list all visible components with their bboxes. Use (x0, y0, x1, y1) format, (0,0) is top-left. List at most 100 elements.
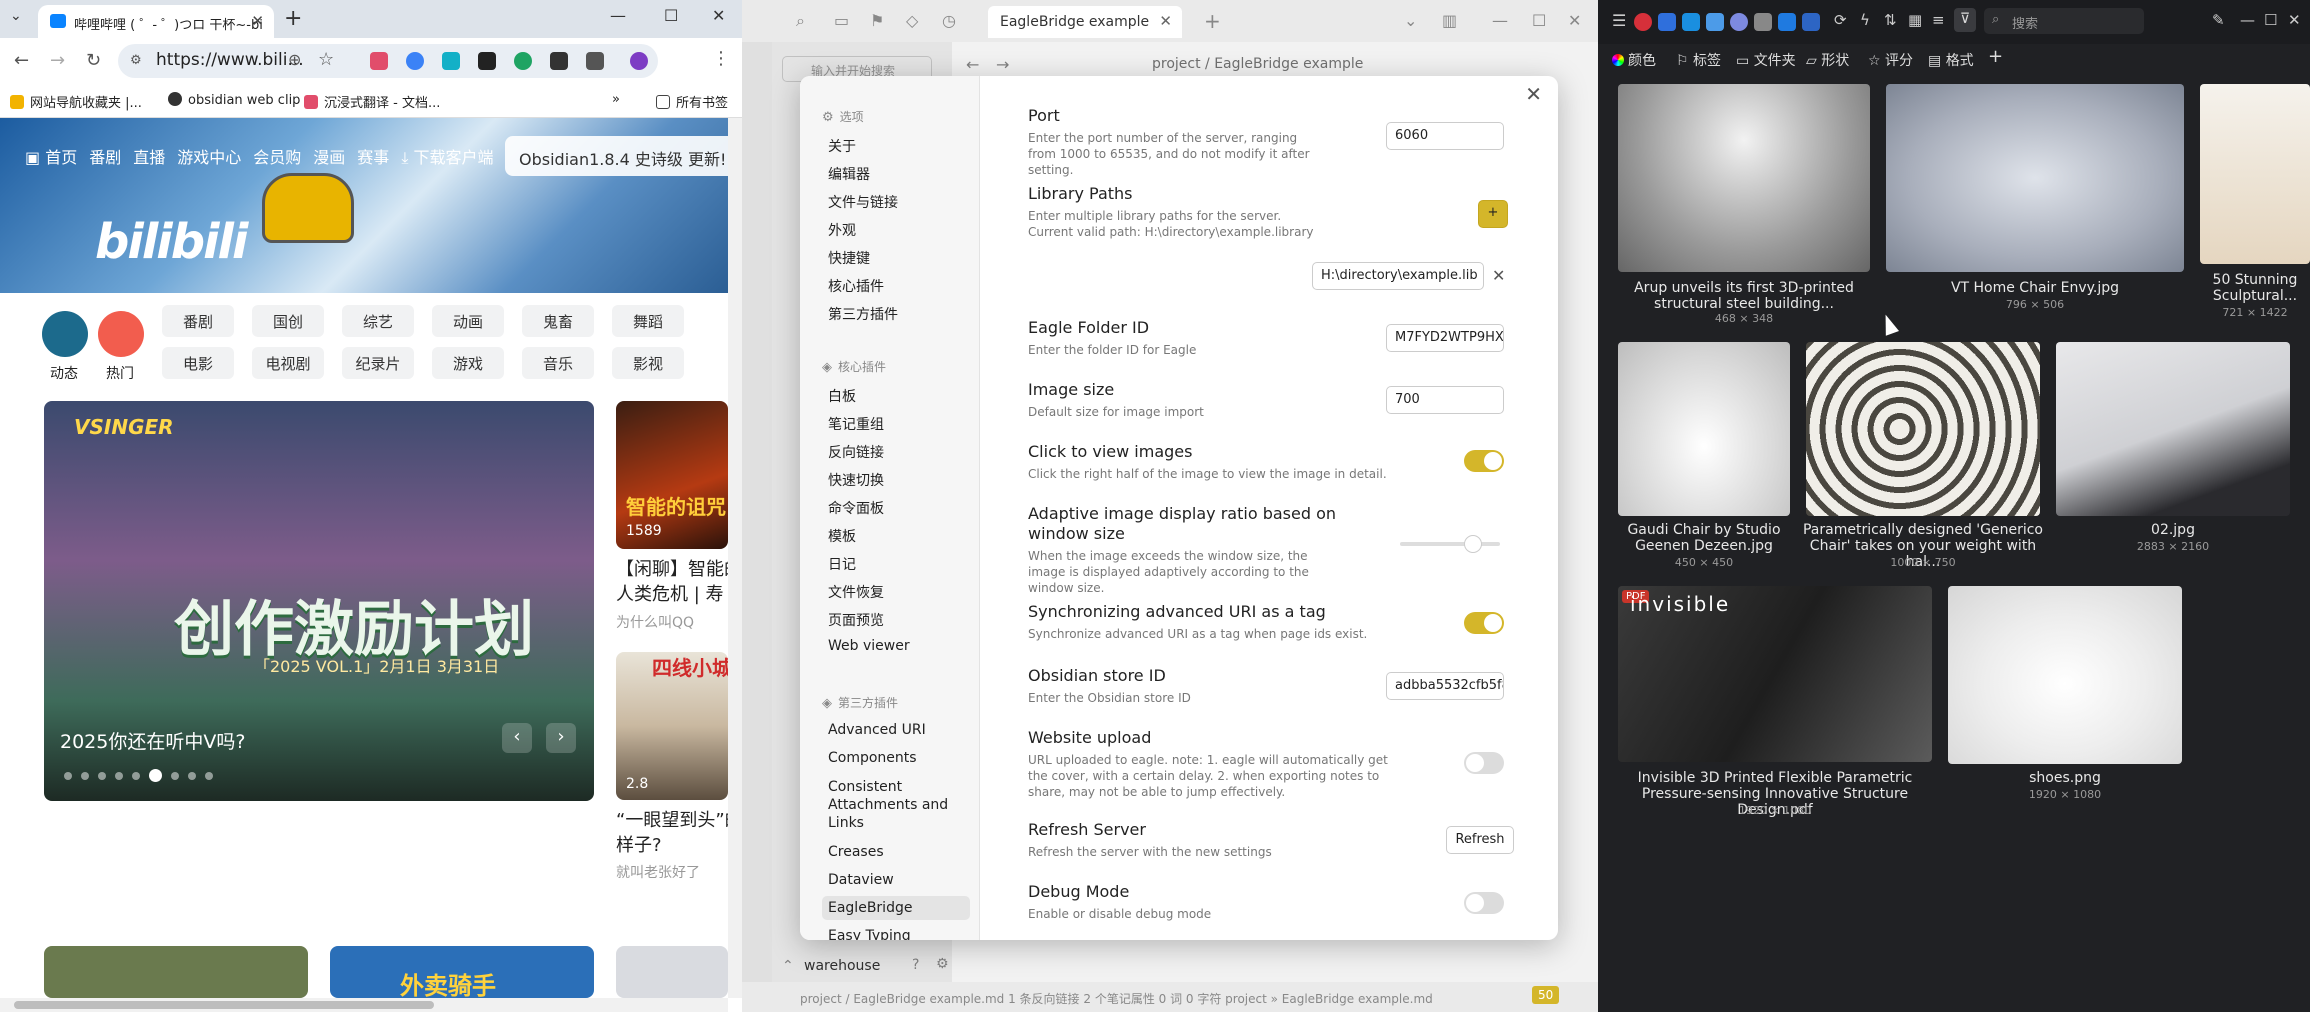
address-bar[interactable]: ⚙ https://www.bili... ⊕ ☆ (118, 44, 658, 78)
category-item[interactable]: 舞蹈 (612, 305, 684, 337)
bolt-icon[interactable]: ϟ (1860, 11, 1870, 29)
close-icon[interactable]: ✕ (1525, 82, 1542, 106)
nav-item[interactable]: Consistent Attachments and Links (822, 774, 970, 836)
sidebar-toggle-icon[interactable]: ▥ (1442, 11, 1457, 30)
extension-icon[interactable] (550, 52, 568, 70)
category-item[interactable]: 综艺 (342, 305, 414, 337)
category-item[interactable]: 影视 (612, 347, 684, 379)
star-icon[interactable]: ☆ (318, 49, 334, 70)
video-title[interactable]: 人类危机 | 寿 (616, 582, 728, 607)
nav-item[interactable]: ▣ 首页 (25, 148, 77, 167)
all-bookmarks[interactable]: 所有书签 (656, 92, 728, 111)
asset-thumbnail[interactable]: PDF invisible (1618, 586, 1932, 762)
nav-item[interactable]: 白板 (822, 382, 970, 410)
bookmark-item[interactable]: obsidian web clip (168, 92, 300, 108)
maximize-icon[interactable]: ☐ (664, 6, 678, 25)
list-icon[interactable]: ≡ (1932, 11, 1945, 29)
asset-thumbnail[interactable] (1948, 586, 2182, 764)
filter-format[interactable]: ▤ 格式 (1928, 50, 1974, 70)
app-icon[interactable] (1658, 13, 1676, 31)
close-window-icon[interactable]: ✕ (2288, 11, 2301, 29)
nav-item[interactable]: 第三方插件 (822, 300, 970, 328)
image-size-input[interactable]: 700 (1386, 386, 1504, 414)
horizontal-scrollbar[interactable] (0, 998, 728, 1012)
app-icon[interactable] (1730, 13, 1748, 31)
new-tab-icon[interactable]: + (1204, 9, 1221, 33)
app-icon[interactable] (1706, 13, 1724, 31)
app-icon[interactable] (1802, 13, 1820, 31)
nav-item[interactable]: 直播 (133, 148, 165, 167)
video-card-thumbnail[interactable]: 智能的诅咒 1589 (616, 401, 728, 549)
circle-label[interactable]: 动态 (50, 363, 78, 383)
nav-item[interactable]: 外观 (822, 216, 970, 244)
nav-item[interactable]: Components (822, 746, 970, 770)
maximize-icon[interactable]: ☐ (1532, 11, 1546, 30)
nav-item[interactable]: 关于 (822, 132, 970, 160)
category-item[interactable]: 国创 (252, 305, 324, 337)
video-title[interactable]: 【闲聊】智能的诅 (616, 557, 728, 582)
nav-item[interactable]: 命令面板 (822, 494, 970, 522)
layout-icon[interactable]: ▦ (1908, 11, 1922, 29)
video-author[interactable]: 就叫老张好了 (616, 862, 728, 882)
nav-item[interactable]: 反向链接 (822, 438, 970, 466)
add-library-button[interactable]: + (1478, 200, 1508, 228)
extension-icon[interactable] (406, 52, 424, 70)
video-card-thumbnail[interactable] (616, 946, 728, 998)
tab-eaglebridge[interactable]: EagleBridge example ✕ (988, 6, 1182, 38)
filter-tags[interactable]: ⚐ 标签 (1676, 50, 1721, 70)
forward-icon[interactable]: → (50, 50, 65, 71)
asset-name[interactable]: VT Home Chair Envy.jpg (1886, 280, 2184, 296)
nav-item[interactable]: Dataview (822, 868, 970, 892)
extension-icon[interactable] (442, 52, 460, 70)
nav-item[interactable]: 模板 (822, 522, 970, 550)
sort-icon[interactable]: ⇅ (1884, 11, 1897, 29)
minimize-icon[interactable]: — (610, 6, 626, 25)
reload-icon[interactable]: ↻ (86, 50, 101, 71)
folder-id-input[interactable]: M7FYD2WTP9HXA (1386, 324, 1504, 352)
extension-icon[interactable] (586, 52, 604, 70)
add-filter-icon[interactable]: + (1988, 46, 2003, 67)
nav-item[interactable]: 番剧 (89, 148, 121, 167)
ratio-slider[interactable] (1400, 535, 1500, 553)
category-item[interactable]: 纪录片 (342, 347, 414, 379)
nav-item[interactable]: Web viewer (822, 634, 970, 658)
nav-item[interactable]: 游戏中心 (177, 148, 241, 167)
prev-arrow-icon[interactable]: ‹ (502, 723, 532, 753)
back-icon[interactable]: ← (14, 50, 29, 71)
nav-item[interactable]: 核心插件 (822, 272, 970, 300)
video-card-thumbnail[interactable]: 外卖骑手 (330, 946, 594, 998)
close-tab-icon[interactable]: ✕ (251, 12, 264, 30)
site-info-icon[interactable]: ⚙ (130, 53, 142, 68)
circle-label[interactable]: 热门 (106, 363, 134, 383)
menu-icon[interactable]: ⋮ (712, 48, 730, 69)
dynamic-icon[interactable] (42, 311, 88, 357)
minimize-icon[interactable]: — (2240, 11, 2255, 29)
menu-icon[interactable]: ☰ (1612, 11, 1626, 30)
next-arrow-icon[interactable]: › (546, 723, 576, 753)
asset-name[interactable]: 02.jpg (2056, 522, 2290, 538)
bookmark-item[interactable]: 网站导航收藏夹 |... (10, 92, 142, 111)
debug-mode-toggle[interactable] (1464, 892, 1504, 914)
asset-thumbnail[interactable] (1618, 342, 1790, 516)
tab-bilibili[interactable]: 哔哩哔哩 ( ゜- ゜)つロ 干杯~-bi ✕ (38, 5, 274, 38)
store-id-input[interactable]: adbba5532cfb5f8d&uid (1386, 672, 1504, 700)
close-window-icon[interactable]: ✕ (712, 6, 725, 25)
nav-item[interactable]: 日记 (822, 550, 970, 578)
asset-thumbnail[interactable] (1618, 84, 1870, 272)
zoom-icon[interactable]: ⊕ (288, 50, 301, 69)
library-path-input[interactable]: H:\directory\example.lib (1312, 262, 1484, 290)
category-item[interactable]: 游戏 (432, 347, 504, 379)
nav-item[interactable]: 赛事 (357, 148, 389, 167)
filter-color[interactable]: 颜色 (1612, 50, 1656, 70)
extension-icon[interactable] (514, 52, 532, 70)
port-input[interactable]: 6060 (1386, 122, 1504, 150)
nav-item[interactable]: 文件与链接 (822, 188, 970, 216)
refresh-button[interactable]: Refresh (1446, 826, 1514, 854)
maximize-icon[interactable]: ☐ (2264, 11, 2277, 29)
search-icon[interactable]: ⌕ (796, 11, 805, 31)
chevron-icon[interactable]: » (612, 92, 620, 107)
banner-caption[interactable]: 2025你还在听中V吗? (60, 727, 245, 754)
extension-icon[interactable] (478, 52, 496, 70)
filter-rating[interactable]: ☆ 评分 (1868, 50, 1913, 70)
category-item[interactable]: 鬼畜 (522, 305, 594, 337)
